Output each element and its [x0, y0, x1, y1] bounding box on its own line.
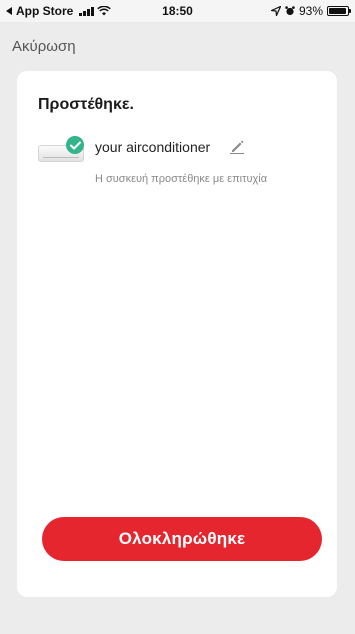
result-card: Προστέθηκε. your airconditioner Η συσκευ…: [17, 71, 337, 597]
cancel-button[interactable]: Ακύρωση: [12, 38, 76, 55]
alarm-icon: [285, 6, 295, 16]
device-name: your airconditioner: [95, 139, 211, 155]
status-right: 93%: [270, 4, 351, 18]
page-title: Προστέθηκε.: [38, 96, 134, 113]
check-icon: [66, 136, 84, 154]
device-row: your airconditioner: [38, 135, 318, 165]
device-status-text: Η συσκευή προστέθηκε με επιτυχία: [95, 173, 268, 185]
done-button[interactable]: Ολοκληρώθηκε: [42, 517, 322, 561]
pencil-icon[interactable]: [229, 138, 245, 154]
status-bar: App Store 18:50 93%: [0, 0, 355, 22]
battery-icon: [327, 6, 351, 16]
location-icon: [270, 6, 281, 16]
screen: App Store 18:50 93% Ακύρωση Προστέθηκε. …: [0, 0, 355, 634]
battery-percent: 93%: [298, 4, 323, 18]
